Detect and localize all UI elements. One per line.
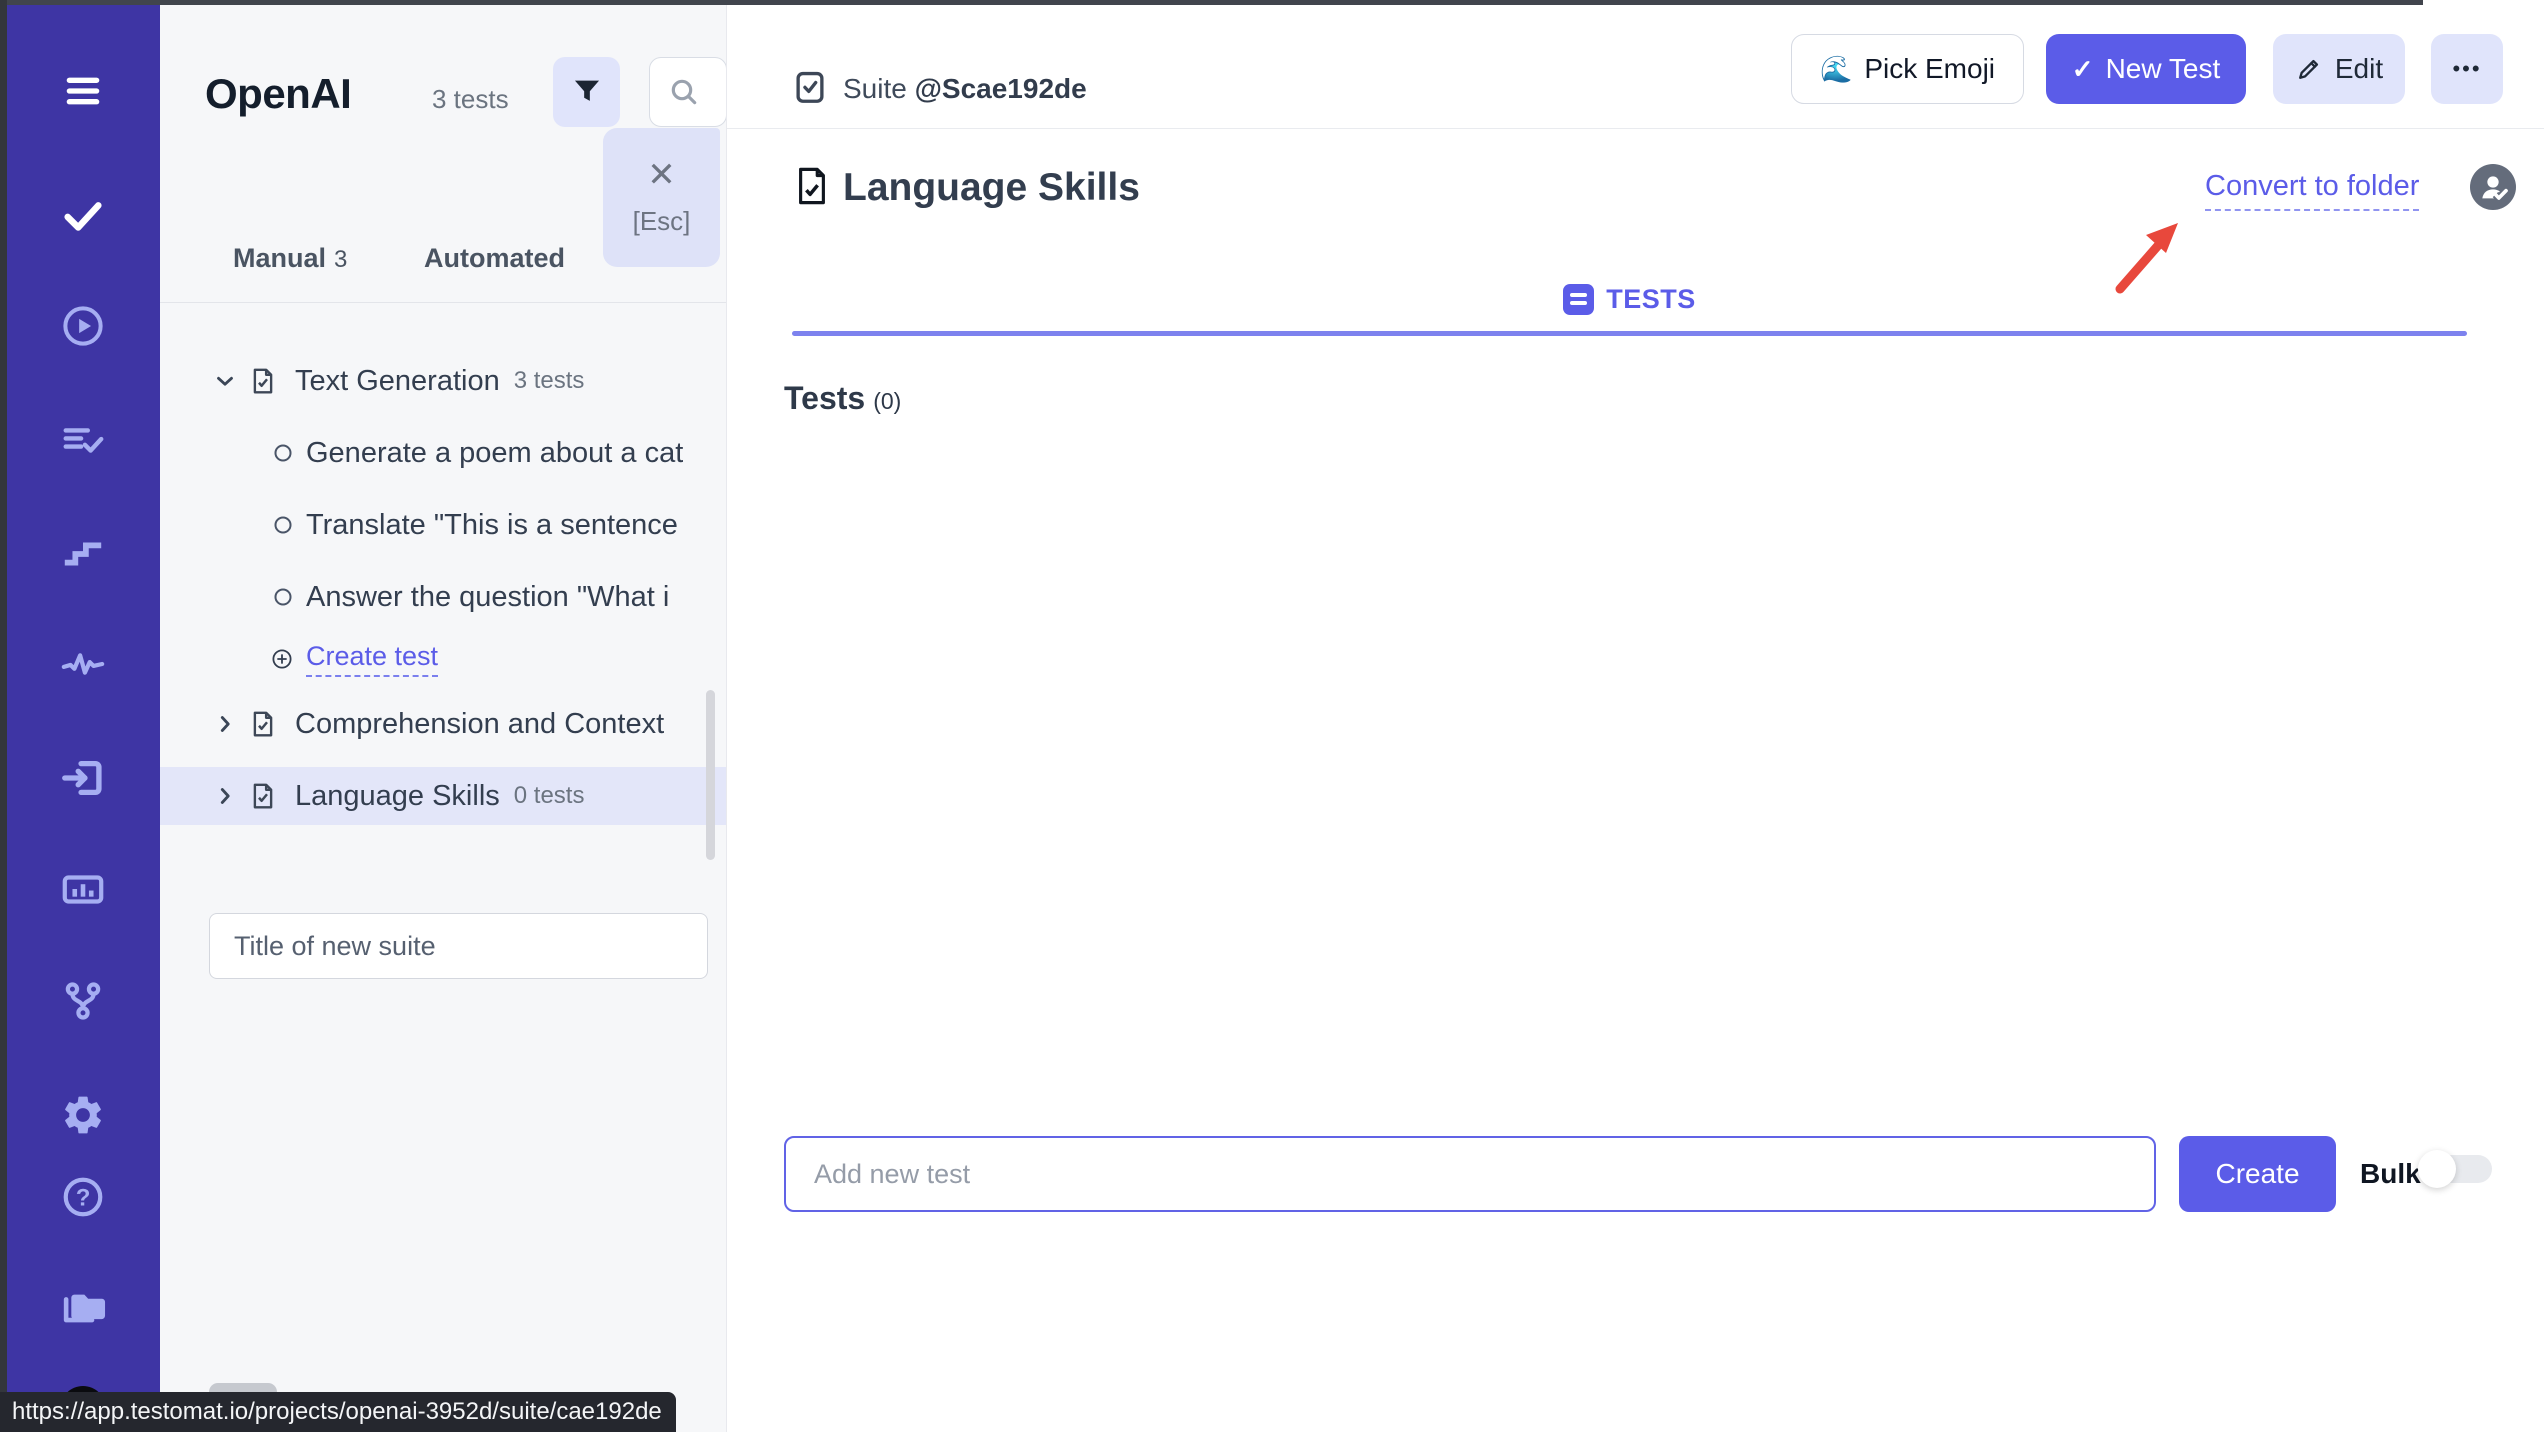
sidebar-item-branches[interactable]	[59, 977, 107, 1025]
test-status-icon	[272, 514, 294, 536]
bar-chart-icon	[60, 866, 106, 912]
close-icon[interactable]: ✕	[647, 158, 676, 192]
convert-to-folder-link[interactable]: Convert to folder	[2205, 170, 2419, 211]
gear-icon	[60, 1092, 106, 1138]
sidebar-item-runs[interactable]	[59, 302, 107, 350]
sidebar-item-import[interactable]	[59, 754, 107, 802]
help-icon: ?	[60, 1174, 106, 1220]
filter-button[interactable]	[553, 57, 620, 127]
svg-text:?: ?	[76, 1184, 91, 1211]
import-icon	[60, 755, 106, 801]
add-new-test-input[interactable]	[784, 1136, 2156, 1212]
suite-doc-icon	[248, 708, 278, 740]
folder-icon	[60, 1285, 106, 1331]
sidebar-item-run-lists[interactable]	[59, 416, 107, 464]
check-icon	[60, 192, 106, 238]
tab-tests[interactable]: TESTS	[792, 278, 2467, 320]
filter-funnel-icon	[570, 75, 604, 109]
app-sidebar: ?	[0, 0, 160, 1432]
project-tests-count: 3 tests	[432, 84, 509, 115]
suite-count: 0 tests	[514, 782, 585, 810]
search-box[interactable]	[649, 57, 727, 127]
menu-button[interactable]	[59, 67, 107, 115]
tab-manual[interactable]: Manual3	[233, 243, 347, 274]
search-icon	[668, 76, 700, 108]
tests-card-icon	[1563, 284, 1594, 315]
menu-icon	[60, 68, 106, 114]
tab-active-underline	[792, 331, 2467, 336]
sidebar-item-tests[interactable]	[59, 191, 107, 239]
suite-doc-icon	[248, 780, 278, 812]
more-actions-button[interactable]: •••	[2431, 34, 2503, 104]
suite-label: Language Skills	[295, 780, 500, 813]
suite-row-text-generation[interactable]: Text Generation 3 tests	[160, 352, 727, 410]
ellipsis-icon: •••	[2452, 56, 2481, 82]
window-frame-left	[0, 0, 7, 1432]
suite-row-language-skills[interactable]: Language Skills 0 tests	[160, 767, 727, 825]
esc-hint: [Esc]	[633, 206, 691, 237]
suite-doc-check-icon	[791, 163, 833, 209]
test-title: Generate a poem about a cat	[306, 437, 683, 470]
sidebar-item-settings[interactable]	[59, 1091, 107, 1139]
test-row[interactable]: Translate "This is a sentence	[160, 496, 727, 554]
test-title: Answer the question "What i	[306, 581, 669, 614]
page-title: Language Skills	[843, 166, 1140, 210]
person-check-icon	[2470, 164, 2516, 210]
test-row[interactable]: Answer the question "What i	[160, 568, 727, 626]
sidebar-item-milestones[interactable]	[59, 529, 107, 577]
tests-count: (0)	[873, 388, 901, 414]
play-circle-icon	[60, 303, 106, 349]
suite-row-comprehension[interactable]: Comprehension and Context	[160, 695, 727, 753]
create-button[interactable]: Create	[2179, 1136, 2336, 1212]
tests-section-heading: Tests(0)	[784, 380, 901, 417]
pulse-icon	[60, 641, 106, 687]
steps-icon	[60, 530, 106, 576]
pick-emoji-button[interactable]: 🌊 Pick Emoji	[1791, 34, 2024, 104]
suite-label: Text Generation	[295, 365, 500, 398]
test-explorer-panel: OpenAI 3 tests ✕ [Esc] Manual3 Automated…	[160, 0, 727, 1432]
test-status-icon	[272, 442, 294, 464]
window-frame-top	[0, 0, 2423, 5]
close-search-popup: ✕ [Esc]	[603, 128, 720, 267]
explorer-scrollbar[interactable]	[706, 690, 715, 860]
tab-automated[interactable]: Automated	[424, 243, 565, 274]
search-input[interactable]	[700, 77, 720, 108]
plus-circle-icon	[270, 647, 294, 671]
sidebar-item-reports[interactable]	[59, 865, 107, 913]
suite-label: Comprehension and Context	[295, 708, 664, 741]
sidebar-item-projects[interactable]	[59, 1284, 107, 1332]
git-branch-icon	[60, 978, 106, 1024]
suite-checkbox-icon	[791, 68, 829, 106]
check-icon: ✓	[2072, 54, 2094, 85]
bulk-toggle-knob[interactable]	[2418, 1150, 2456, 1188]
suite-badge: @Scae192de	[915, 73, 1087, 104]
manual-count: 3	[334, 246, 347, 273]
list-check-icon	[60, 417, 106, 463]
suite-doc-icon	[248, 365, 278, 397]
bulk-label: Bulk	[2360, 1158, 2421, 1190]
suite-count: 3 tests	[514, 367, 585, 395]
sidebar-item-help[interactable]: ?	[59, 1173, 107, 1221]
create-test-row[interactable]: Create test	[160, 632, 727, 686]
new-suite-title-input[interactable]	[209, 913, 708, 979]
chevron-down-icon[interactable]	[212, 368, 238, 394]
chevron-right-icon[interactable]	[212, 711, 238, 737]
create-test-link[interactable]: Create test	[306, 641, 438, 677]
test-title: Translate "This is a sentence	[306, 509, 678, 542]
sidebar-item-pulse[interactable]	[59, 640, 107, 688]
pencil-icon	[2295, 55, 2323, 83]
project-title: OpenAI	[205, 70, 351, 118]
test-row[interactable]: Generate a poem about a cat	[160, 424, 727, 482]
chevron-right-icon[interactable]	[212, 783, 238, 809]
test-status-icon	[272, 586, 294, 608]
status-url-tooltip: https://app.testomat.io/projects/openai-…	[0, 1392, 676, 1432]
suite-type-label: Suite	[843, 73, 907, 104]
suite-detail-panel: Suite @Scae192de 🌊 Pick Emoji ✓ New Test…	[727, 0, 2544, 1432]
new-test-button[interactable]: ✓ New Test	[2046, 34, 2246, 104]
suite-header: Suite @Scae192de 🌊 Pick Emoji ✓ New Test…	[727, 0, 2544, 129]
wave-emoji-icon: 🌊	[1820, 54, 1852, 85]
edit-button[interactable]: Edit	[2273, 34, 2405, 104]
